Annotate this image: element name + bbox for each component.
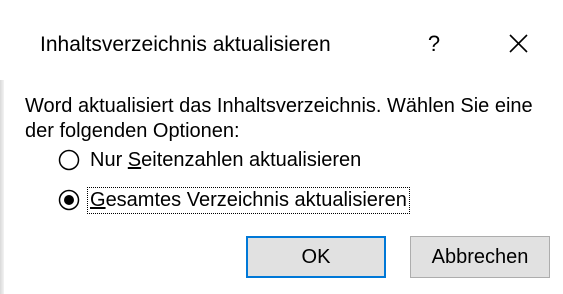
radio-unselected-icon[interactable]	[58, 149, 80, 171]
title-bar[interactable]: Inhaltsverzeichnis aktualisieren ?	[0, 0, 563, 80]
help-button[interactable]: ?	[416, 28, 452, 60]
dialog-title: Inhaltsverzeichnis aktualisieren	[40, 33, 331, 56]
radio-selected-icon[interactable]	[58, 189, 80, 211]
cancel-button[interactable]: Abbrechen	[410, 236, 550, 278]
option-page-numbers-only[interactable]: Nur Seitenzahlen aktualisieren	[58, 146, 363, 174]
option-entire-table-label: Gesamtes Verzeichnis aktualisieren	[87, 186, 410, 214]
close-icon	[509, 34, 528, 53]
update-toc-dialog: Inhaltsverzeichnis aktualisieren ? Word …	[0, 0, 563, 294]
ok-button[interactable]: OK	[246, 236, 386, 278]
close-button[interactable]	[500, 28, 536, 60]
dialog-message: Word aktualisiert das Inhaltsverzeichnis…	[25, 95, 533, 142]
option-page-numbers-label: Nur Seitenzahlen aktualisieren	[90, 148, 362, 171]
option-entire-table[interactable]: Gesamtes Verzeichnis aktualisieren	[58, 186, 410, 214]
